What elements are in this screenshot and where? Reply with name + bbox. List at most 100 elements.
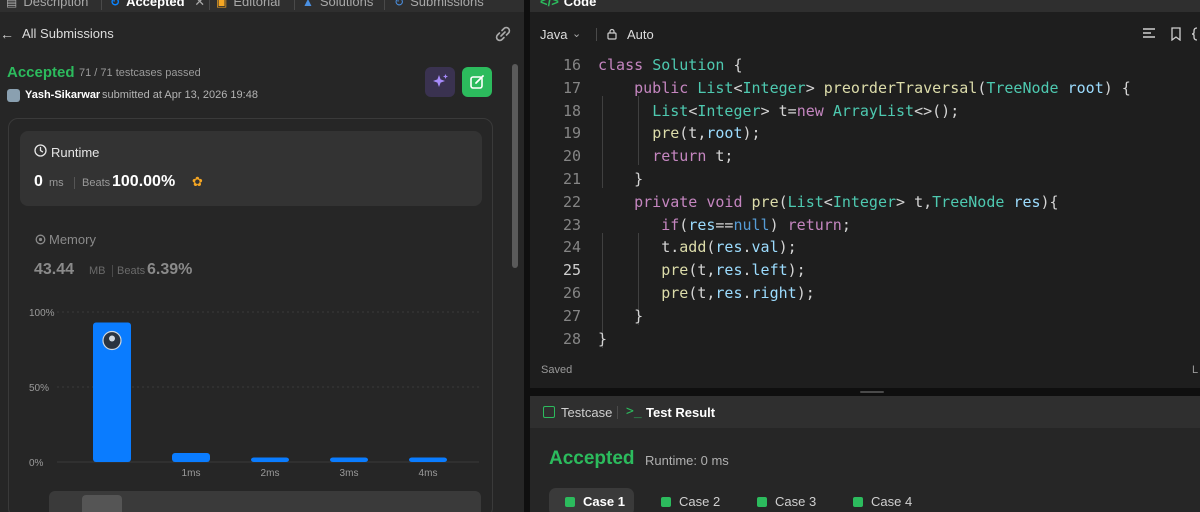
case-label: Case 2 bbox=[679, 494, 721, 509]
ai-analyze-button[interactable] bbox=[425, 67, 455, 97]
tab-divider bbox=[384, 0, 385, 10]
code-text: public List<Integer> preorderTraversal(T… bbox=[634, 78, 1131, 97]
all-submissions-link[interactable]: All Submissions bbox=[22, 26, 114, 42]
code-tab-label: Code bbox=[563, 0, 597, 9]
braces-icon[interactable] bbox=[1192, 27, 1200, 41]
bookmark-icon[interactable] bbox=[1169, 27, 1183, 41]
tab-solutions[interactable]: ▲ Solutions bbox=[302, 0, 373, 9]
tab-label: Editorial bbox=[233, 0, 281, 9]
tab-submissions[interactable]: ↻ Submissions bbox=[394, 0, 484, 9]
code-text: private void pre(List<Integer> t,TreeNod… bbox=[634, 192, 1059, 211]
case-label: Case 3 bbox=[775, 494, 817, 509]
x-tick-label: 2ms bbox=[261, 468, 280, 479]
book-icon: ▣ bbox=[216, 0, 228, 9]
code-text: } bbox=[598, 306, 644, 325]
history-icon: ↻ bbox=[110, 0, 121, 9]
test-result-status: Accepted bbox=[549, 448, 635, 469]
chevron-down-icon[interactable]: ⌄ bbox=[572, 27, 581, 40]
back-arrow-icon[interactable]: ← bbox=[0, 26, 14, 42]
auto-mode-toggle[interactable]: Auto bbox=[627, 27, 654, 42]
resize-grip[interactable] bbox=[860, 391, 884, 393]
check-icon bbox=[565, 497, 575, 507]
tab-test-result[interactable]: Test Result bbox=[646, 405, 715, 420]
line-number: 20 bbox=[562, 147, 581, 166]
line-number: 21 bbox=[562, 170, 581, 188]
check-icon bbox=[853, 497, 863, 507]
edit-code-button[interactable] bbox=[462, 67, 492, 97]
panel-tabs: ▤ Description ↻ Accepted ✕ ▣ Editorial ▲ Sol… bbox=[0, 0, 524, 12]
format-icon[interactable] bbox=[1142, 27, 1156, 41]
code-text: } bbox=[598, 170, 644, 188]
chart-bar[interactable] bbox=[330, 457, 368, 463]
chart-range-thumb[interactable] bbox=[82, 495, 122, 512]
cursor-position: L bbox=[1192, 364, 1199, 376]
close-icon[interactable]: ✕ bbox=[194, 0, 205, 9]
language-select[interactable]: Java bbox=[540, 27, 567, 42]
code-text: pre(t,res.left); bbox=[661, 261, 806, 280]
user-avatar[interactable] bbox=[7, 89, 20, 102]
code-text: List<Integer> t=new ArrayList<>(); bbox=[652, 101, 960, 120]
line-number: 24 bbox=[562, 238, 581, 257]
check-icon bbox=[757, 497, 767, 507]
code-icon: </> bbox=[540, 0, 559, 9]
line-number: 16 bbox=[562, 56, 581, 74]
code-text: pre(t,root); bbox=[652, 124, 761, 143]
code-text: pre(t,res.right); bbox=[661, 284, 815, 302]
code-text: if(res==null) return; bbox=[661, 215, 851, 234]
case-tab-2[interactable]: Case 2 bbox=[661, 488, 741, 512]
tab-divider bbox=[617, 406, 618, 419]
tab-label: Description bbox=[23, 0, 89, 9]
case-tab-4[interactable]: Case 4 bbox=[853, 488, 933, 512]
y-tick-label: 100% bbox=[29, 308, 55, 319]
test-panel-tabs: Testcase >_ Test Result bbox=[530, 396, 1200, 428]
line-number: 27 bbox=[562, 306, 581, 325]
panel-scrollbar-thumb[interactable] bbox=[512, 64, 518, 268]
lock-icon bbox=[607, 28, 617, 40]
line-number: 19 bbox=[562, 124, 581, 143]
tab-label: Solutions bbox=[319, 0, 374, 9]
submitted-at: submitted at Apr 13, 2026 19:48 bbox=[102, 89, 258, 101]
case-label: Case 1 bbox=[583, 494, 625, 509]
case-tab-1[interactable]: Case 1 bbox=[549, 488, 634, 512]
flask-icon: ▲ bbox=[302, 0, 314, 9]
code-tab[interactable]: </> Code bbox=[540, 0, 596, 9]
case-tab-3[interactable]: Case 3 bbox=[757, 488, 837, 512]
y-tick-label: 0% bbox=[29, 458, 44, 469]
chart-bar[interactable] bbox=[251, 457, 289, 463]
username[interactable]: Yash-Sikarwar bbox=[25, 89, 100, 101]
tab-label: Accepted bbox=[126, 0, 185, 9]
code-text: } bbox=[598, 329, 608, 348]
runtime-distribution-chart: 100% 50% 0% 1ms 2ms 3ms 4ms bbox=[29, 308, 479, 479]
chart-bar[interactable] bbox=[172, 453, 210, 462]
code-text: t.add(res.val); bbox=[598, 238, 797, 257]
x-tick-label: 3ms bbox=[340, 468, 359, 479]
x-tick-label: 4ms bbox=[419, 468, 438, 479]
line-number: 23 bbox=[562, 215, 581, 234]
code-editor[interactable]: 16 class Solution {17 public List<Integer… bbox=[530, 50, 1200, 350]
chart-bar[interactable] bbox=[409, 457, 447, 463]
chart-range-scroller[interactable] bbox=[49, 491, 481, 512]
checkbox-icon bbox=[543, 406, 555, 418]
tab-divider bbox=[101, 0, 102, 10]
tab-editorial[interactable]: ▣ Editorial bbox=[216, 0, 280, 9]
terminal-icon: >_ bbox=[626, 404, 642, 419]
case-label: Case 4 bbox=[871, 494, 913, 509]
tab-accepted[interactable]: ↻ Accepted ✕ bbox=[110, 0, 205, 10]
tab-description[interactable]: ▤ Description bbox=[6, 0, 88, 9]
line-number: 17 bbox=[562, 78, 581, 97]
line-number: 26 bbox=[562, 284, 581, 302]
y-tick-label: 50% bbox=[29, 383, 49, 394]
code-tab-header: </> Code bbox=[530, 0, 1200, 12]
code-text: return t; bbox=[652, 147, 734, 166]
tab-testcase[interactable]: Testcase bbox=[561, 405, 612, 420]
code-panel: </> Code Java ⌄ Auto 16 class Solution {17… bbox=[530, 0, 1200, 512]
link-icon[interactable] bbox=[494, 26, 512, 42]
tab-divider bbox=[294, 0, 295, 10]
submission-panel: ▤ Description ↻ Accepted ✕ ▣ Editorial ▲ Sol… bbox=[0, 0, 524, 512]
line-number: 18 bbox=[562, 101, 581, 120]
test-panel: Testcase >_ Test Result Accepted Runtime… bbox=[530, 396, 1200, 512]
history-icon: ↻ bbox=[394, 0, 405, 9]
tab-divider bbox=[209, 0, 210, 10]
line-number: 28 bbox=[562, 329, 581, 348]
avatar-head bbox=[109, 335, 115, 342]
